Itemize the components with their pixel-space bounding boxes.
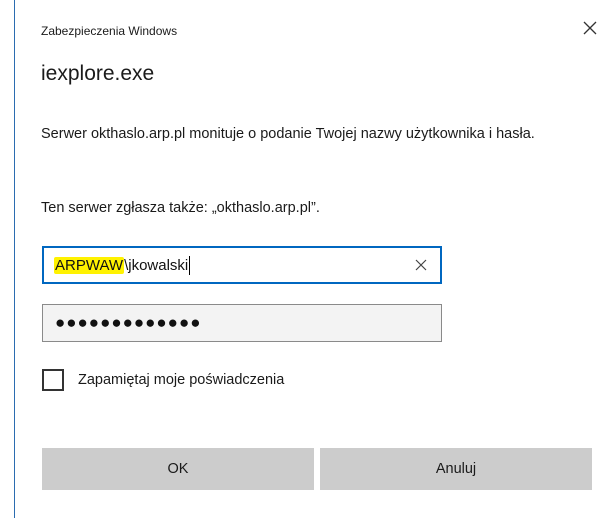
remember-credentials-label[interactable]: Zapamiętaj moje poświadczenia (78, 372, 284, 388)
window-title: Zabezpieczenia Windows (41, 24, 178, 38)
ok-button[interactable]: OK (42, 448, 314, 490)
username-value: ARPWAW \jkowalski (54, 248, 191, 282)
close-icon (583, 21, 597, 35)
server-message: Serwer okthaslo.arp.pl monituje o podani… (41, 126, 535, 142)
remember-credentials-checkbox[interactable] (42, 369, 64, 391)
remember-credentials-row[interactable]: Zapamiętaj moje poświadczenia (42, 369, 284, 391)
clear-username-button[interactable] (412, 256, 430, 274)
username-account: \jkowalski (124, 256, 189, 274)
close-button[interactable] (576, 14, 604, 42)
cancel-button[interactable]: Anuluj (320, 448, 592, 490)
server-realm-message: Ten serwer zgłasza także: „okthaslo.arp.… (41, 200, 320, 216)
username-domain-highlight: ARPWAW (54, 256, 125, 274)
password-masked-value: ●●●●●●●●●●●●● (55, 313, 202, 332)
app-title: iexplore.exe (41, 62, 155, 85)
text-caret (189, 255, 191, 275)
username-field[interactable]: ARPWAW \jkowalski (42, 246, 442, 284)
credential-dialog: Zabezpieczenia Windows iexplore.exe Serw… (14, 0, 612, 518)
password-field[interactable]: ●●●●●●●●●●●●● (42, 304, 442, 342)
clear-icon (415, 259, 427, 271)
